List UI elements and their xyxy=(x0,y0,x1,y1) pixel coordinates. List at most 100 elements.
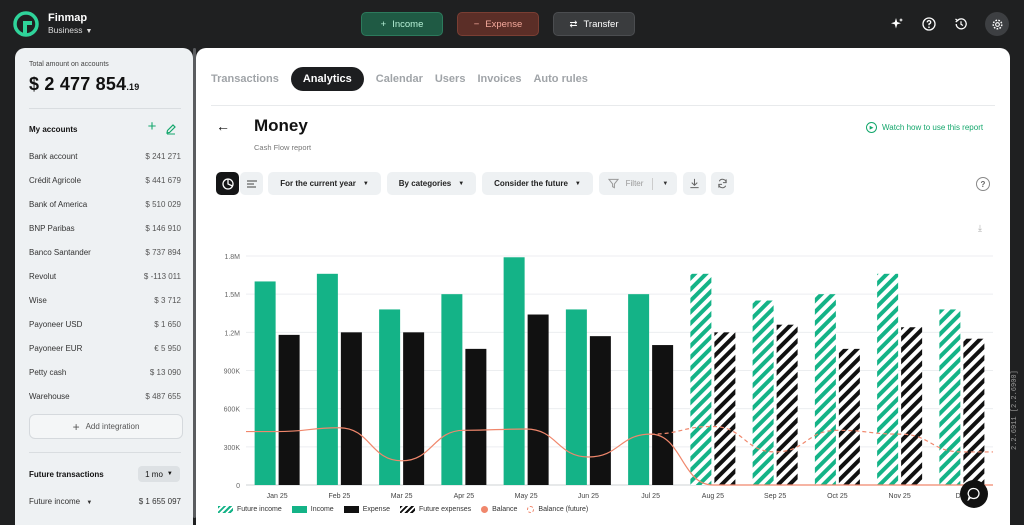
y-tick-label: 1.8M xyxy=(224,254,240,261)
account-row[interactable]: Crédit Agricole $ 441 679 xyxy=(29,168,181,192)
income-bar xyxy=(316,273,338,485)
download-icon xyxy=(690,178,699,189)
filter-button[interactable]: Filter ▼ xyxy=(599,172,677,195)
help-icon[interactable]: ? xyxy=(976,177,990,191)
x-tick-label: Aug 25 xyxy=(702,493,724,500)
x-tick-label: Apr 25 xyxy=(454,493,475,500)
account-balance: $ 3 712 xyxy=(154,295,181,305)
future-select[interactable]: Consider the future ▼ xyxy=(482,172,593,195)
account-name: Warehouse xyxy=(29,391,70,401)
version-label: 2.2.6911 [2.2.6900] xyxy=(1011,370,1019,450)
account-balance: € 5 950 xyxy=(154,343,181,353)
account-row[interactable]: Bank account $ 241 271 xyxy=(29,144,181,168)
tab-transactions[interactable]: Transactions xyxy=(211,73,279,85)
future-transactions-title: Future transactions xyxy=(29,470,104,479)
sparkle-icon[interactable] xyxy=(886,13,908,35)
y-tick-label: 600K xyxy=(224,407,241,414)
divider xyxy=(211,105,995,106)
account-row[interactable]: Bank of America $ 510 029 xyxy=(29,192,181,216)
back-arrow-icon[interactable]: ← xyxy=(216,118,230,134)
legend-swatch xyxy=(291,506,307,513)
y-tick-label: 1.2M xyxy=(224,330,240,337)
future-period-select[interactable]: 1 mo ▼ xyxy=(138,466,180,482)
chevron-down-icon: ▼ xyxy=(85,28,93,35)
help-icon[interactable] xyxy=(918,13,940,35)
download-button[interactable] xyxy=(683,172,706,195)
tab-users[interactable]: Users xyxy=(435,73,466,85)
account-name: Payoneer USD xyxy=(29,319,83,329)
legend-item[interactable]: Future expenses xyxy=(399,506,471,513)
grouping-select[interactable]: By categories ▼ xyxy=(387,172,476,195)
my-accounts-title: My accounts xyxy=(29,125,78,134)
page-subtitle: Cash Flow report xyxy=(254,143,312,152)
future-expense-bar xyxy=(714,332,736,485)
tab-bar: Transactions Analytics Calendar Users Invoic… xyxy=(211,67,588,91)
add-expense-button[interactable]: − Expense xyxy=(457,12,539,36)
divider xyxy=(29,108,181,109)
account-balance: $ 146 910 xyxy=(145,223,181,233)
y-tick-label: 900K xyxy=(224,369,241,376)
history-icon[interactable] xyxy=(950,13,972,35)
refresh-icon xyxy=(718,178,727,189)
legend-item[interactable]: Income xyxy=(291,506,334,513)
edit-icon[interactable] xyxy=(165,123,177,135)
settings-button[interactable] xyxy=(985,12,1009,36)
refresh-button[interactable] xyxy=(711,172,734,195)
chat-button[interactable] xyxy=(960,480,988,508)
x-tick-label: Jul 25 xyxy=(641,493,660,500)
x-tick-label: May 25 xyxy=(515,493,538,500)
legend-swatch xyxy=(343,506,359,513)
transfer-icon: ⇄ xyxy=(569,18,578,30)
add-integration-button[interactable]: + Add integration xyxy=(29,414,183,439)
expense-bar xyxy=(465,348,487,485)
account-name: Revolut xyxy=(29,271,57,281)
chevron-down-icon: ▼ xyxy=(662,180,669,187)
account-row[interactable]: Payoneer USD $ 1 650 xyxy=(29,312,181,336)
cashflow-chart: 0 300K 600K 900K 1.2M 1.5M 1.8M Jan 25 Feb 25 Mar… xyxy=(224,254,993,500)
watch-tutorial-link[interactable]: ▶ Watch how to use this report xyxy=(866,122,983,133)
account-name: Banco Santander xyxy=(29,247,91,257)
legend-label: Balance (future) xyxy=(538,506,589,513)
legend-swatch xyxy=(481,506,489,513)
add-income-button[interactable]: + Income xyxy=(361,12,443,36)
pie-chart-view-button[interactable] xyxy=(216,172,239,195)
legend-item[interactable]: Balance xyxy=(481,506,517,513)
x-tick-label: Mar 25 xyxy=(391,493,413,500)
y-tick-label: 300K xyxy=(224,445,241,452)
tab-invoices[interactable]: Invoices xyxy=(477,73,521,85)
add-transfer-button[interactable]: ⇄ Transfer xyxy=(553,12,635,36)
legend-item[interactable]: Future income xyxy=(218,506,282,513)
tab-analytics[interactable]: Analytics xyxy=(290,67,364,91)
minus-icon: − xyxy=(473,18,480,30)
account-row[interactable]: Revolut $ -113 011 xyxy=(29,264,181,288)
expense-bar xyxy=(527,314,549,485)
future-income-bar xyxy=(939,309,961,485)
account-row[interactable]: Payoneer EUR € 5 950 xyxy=(29,336,181,360)
x-tick-label: Feb 25 xyxy=(328,493,350,500)
legend-swatch xyxy=(527,506,535,513)
add-account-icon[interactable]: + xyxy=(145,119,159,134)
finmap-logo-icon[interactable] xyxy=(13,11,39,37)
account-name: Crédit Agricole xyxy=(29,175,82,185)
account-row[interactable]: Wise $ 3 712 xyxy=(29,288,181,312)
download-chart-icon[interactable]: ⤓ xyxy=(978,223,982,234)
x-tick-label: Nov 25 xyxy=(889,493,911,500)
account-balance: $ 510 029 xyxy=(145,199,181,209)
chevron-down-icon: ▼ xyxy=(86,500,93,506)
account-row[interactable]: Petty cash $ 13 090 xyxy=(29,360,181,384)
legend-item[interactable]: Balance (future) xyxy=(527,506,588,513)
account-row[interactable]: Banco Santander $ 737 894 xyxy=(29,240,181,264)
period-select[interactable]: For the current year ▼ xyxy=(268,172,381,195)
tab-calendar[interactable]: Calendar xyxy=(376,73,423,85)
account-row[interactable]: Warehouse $ 487 655 xyxy=(29,384,181,408)
account-row[interactable]: BNP Paribas $ 146 910 xyxy=(29,216,181,240)
expense-bar xyxy=(652,345,674,485)
legend-item[interactable]: Expense xyxy=(343,506,390,513)
future-income-row[interactable]: Future income ▼ $ 1 655 097 xyxy=(29,497,181,506)
plus-icon: + xyxy=(72,419,80,434)
account-balance: $ 441 679 xyxy=(145,175,181,185)
tab-auto-rules[interactable]: Auto rules xyxy=(533,73,587,85)
account-name: Payoneer EUR xyxy=(29,343,83,353)
table-view-button[interactable] xyxy=(240,172,263,195)
workspace-selector[interactable]: Business ▼ xyxy=(48,25,92,35)
